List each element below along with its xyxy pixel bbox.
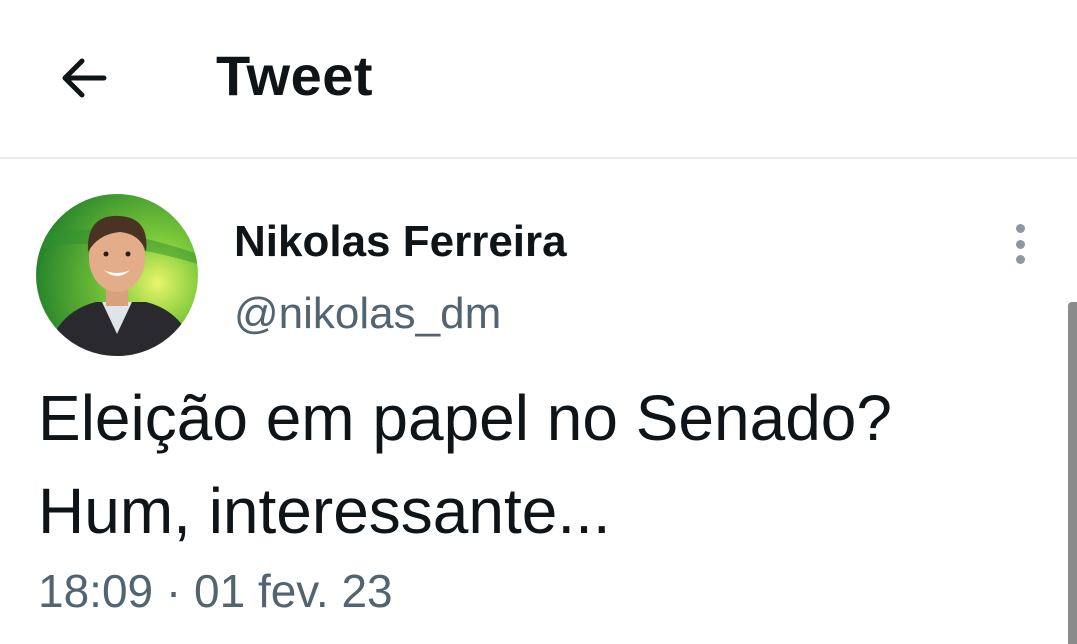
tweet-timestamp[interactable]: 18:09 · 01 fev. 23 — [38, 562, 393, 620]
vertical-ellipsis-icon — [1015, 255, 1025, 264]
vertical-ellipsis-icon — [1015, 224, 1025, 233]
author-handle[interactable]: @nikolas_dm — [234, 288, 501, 340]
tweet-text: Eleição em papel no Senado? Hum, interes… — [38, 372, 1048, 558]
top-app-bar: Tweet — [0, 0, 1077, 159]
more-options-button[interactable] — [1000, 220, 1040, 268]
page-title: Tweet — [216, 44, 374, 107]
tweet-text-line: Eleição em papel no Senado? — [38, 382, 892, 454]
tweet-text-line: Hum, interessante... — [38, 475, 611, 547]
avatar[interactable] — [36, 194, 198, 356]
back-button[interactable] — [52, 46, 116, 110]
profile-photo — [36, 194, 198, 356]
author-display-name[interactable]: Nikolas Ferreira — [234, 216, 567, 268]
scrollbar[interactable] — [1068, 302, 1077, 644]
arrow-left-icon — [62, 58, 107, 98]
vertical-ellipsis-icon — [1015, 239, 1025, 249]
tweet-detail-screen: Tweet Nikolas Ferreira @nikolas_dm Eleiç… — [0, 0, 1077, 644]
